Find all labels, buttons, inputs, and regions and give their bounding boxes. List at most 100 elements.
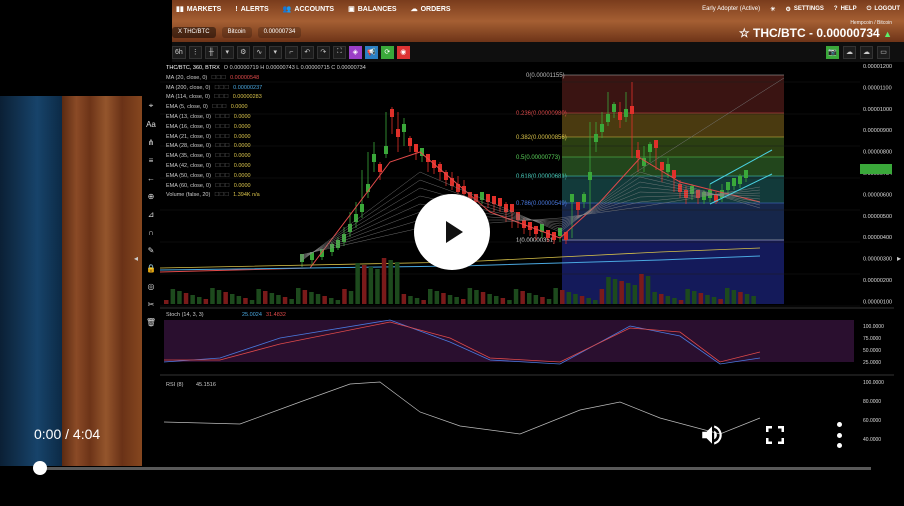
video-player[interactable]: ▮▮ MARKETS ! ALERTS 👥 ACCOUNTS ▣ BALANCES ☁ O… (0, 0, 904, 506)
indicator-row[interactable]: EMA (28, close, 0) ☐☐☐ 0.0000 (166, 142, 366, 152)
legend-header: THC/BTC, 360, BTRX O 0.00000719 H 0.00000… (166, 64, 366, 74)
indicator-row[interactable]: MA (20, close, 0) ☐☐☐ 0.00000548 (166, 74, 366, 84)
volume-bar (665, 296, 671, 304)
indicator-buttons[interactable]: ☐☐☐ (215, 172, 230, 182)
volume-bar (461, 299, 466, 304)
template-icon[interactable]: ⌐ (284, 45, 298, 59)
candle-body (408, 138, 412, 146)
indicator-row[interactable]: EMA (35, close, 0) ☐☐☐ 0.0000 (166, 152, 366, 162)
tab-price[interactable]: 0.00000734 (257, 26, 302, 38)
indicator-name: Volume (false, 20) (166, 192, 211, 199)
eye-icon[interactable]: ◎ (144, 280, 158, 292)
cloud-download-icon[interactable]: ☁ (860, 45, 873, 59)
indicator-buttons[interactable]: ☐☐☐ (215, 152, 230, 162)
record-icon[interactable]: ◉ (396, 45, 410, 59)
volume-bar (659, 294, 664, 304)
nav-item-alerts[interactable]: ! ALERTS (235, 6, 268, 13)
indicator-buttons[interactable]: ☐☐☐ (215, 162, 230, 172)
fullscreen-chart-icon[interactable]: ⛶ (332, 45, 346, 59)
indicator-row[interactable]: MA (114, close, 0) ☐☐☐ 0.00000283 (166, 93, 366, 103)
more-options-icon[interactable] (832, 422, 846, 448)
indicator-row[interactable]: EMA (42, close, 0) ☐☐☐ 0.0000 (166, 162, 366, 172)
indicator-value: 0.0000 (233, 162, 251, 169)
camera-icon[interactable]: 📷 (826, 45, 839, 59)
fib-tool-icon[interactable]: ≡ (144, 154, 158, 166)
indicator-buttons[interactable]: ☐☐☐ (215, 123, 230, 133)
sun-icon[interactable]: ☀ (770, 6, 775, 13)
indicator-row[interactable]: EMA (5, close, 0) ☐☐☐ 0.0000 (166, 103, 366, 113)
indicator-row[interactable]: EMA (60, close, 0) ☐☐☐ 0.0000 (166, 182, 366, 192)
dropdown-icon[interactable]: ▾ (268, 45, 282, 59)
settings-menu[interactable]: ⚙ SETTINGS (785, 6, 823, 13)
pitchfork-icon[interactable]: ⋔ (144, 136, 158, 148)
indicator-row[interactable]: EMA (21, close, 0) ☐☐☐ 0.0000 (166, 133, 366, 143)
scissors-icon[interactable]: ✂ (144, 298, 158, 310)
collapse-left-icon[interactable]: ◂ (134, 254, 138, 263)
volume-bar (395, 262, 400, 304)
split-icon[interactable]: ▭ (877, 45, 890, 59)
fib-label: 0.5(0.00000773) (516, 155, 560, 161)
volume-bar (718, 299, 723, 304)
help-menu[interactable]: ? HELP (834, 6, 857, 12)
indicator-row[interactable]: Volume (false, 20) ☐☐☐ 1.394K n/a (166, 191, 366, 201)
indicator-name: MA (114, close, 0) (166, 94, 210, 101)
tab-bitcoin[interactable]: Bitcoin (221, 26, 252, 38)
candle-body (636, 150, 640, 158)
volume-icon[interactable] (698, 422, 726, 448)
megaphone-icon[interactable]: 📢 (364, 45, 378, 59)
ruler-icon[interactable]: ⊿ (144, 208, 158, 220)
pencil-icon[interactable]: ✎ (144, 244, 158, 256)
progress-bar[interactable] (40, 467, 871, 470)
indicator-buttons[interactable]: ☐☐☐ (214, 93, 229, 103)
magnet-icon[interactable]: ∩ (144, 226, 158, 238)
indicator-row[interactable]: EMA (16, close, 0) ☐☐☐ 0.0000 (166, 123, 366, 133)
indicator-row[interactable]: EMA (50, close, 0) ☐☐☐ 0.0000 (166, 172, 366, 182)
nav-item-markets[interactable]: ▮▮ MARKETS (176, 5, 221, 14)
indicator-buttons[interactable]: ☐☐☐ (215, 113, 230, 123)
nav-item-accounts[interactable]: 👥 ACCOUNTS (283, 5, 334, 14)
interval-select[interactable]: 6h (172, 45, 186, 59)
refresh-icon[interactable]: ⟳ (380, 45, 394, 59)
settings-icon[interactable]: ⚙ (236, 45, 250, 59)
cloud-upload-icon[interactable]: ☁ (843, 45, 856, 59)
crosshair-icon[interactable]: ⌖ (144, 100, 158, 112)
fib-zone (562, 113, 784, 137)
volume-bar (348, 291, 354, 304)
volume-bar (434, 291, 440, 304)
zoom-icon[interactable]: ⊕ (144, 190, 158, 202)
indicator-buttons[interactable]: ☐☐☐ (215, 182, 230, 192)
candle-type-icon[interactable]: ╫ (204, 45, 218, 59)
lock-icon[interactable]: 🔒 (144, 262, 158, 274)
play-button[interactable] (414, 194, 490, 270)
nav-item-balances[interactable]: ▣ BALANCES (348, 5, 397, 14)
indicator-name: EMA (35, close, 0) (166, 153, 211, 160)
indicator-buttons[interactable]: ☐☐☐ (214, 191, 229, 201)
tab-thc-btc[interactable]: X THC/BTC (172, 26, 216, 38)
indicator-buttons[interactable]: ☐☐☐ (212, 103, 227, 113)
indicators-icon[interactable]: ∿ (252, 45, 266, 59)
candle-body (378, 164, 382, 172)
logout-link[interactable]: ⏻ LOGOUT (867, 6, 900, 13)
dropdown-icon[interactable]: ▾ (220, 45, 234, 59)
indicator-row[interactable]: EMA (13, close, 0) ☐☐☐ 0.0000 (166, 113, 366, 123)
arrow-tool-icon[interactable]: ← (144, 172, 158, 184)
rsi-axis-label: 100.0000 (863, 380, 884, 386)
indicator-buttons[interactable]: ☐☐☐ (214, 84, 229, 94)
indicator-buttons[interactable]: ☐☐☐ (211, 74, 226, 84)
chart-toolbar-right: 📷 ☁ ☁ ▭ (826, 44, 890, 60)
candle-body (630, 106, 634, 114)
indicator-buttons[interactable]: ☐☐☐ (215, 133, 230, 143)
undo-icon[interactable]: ↶ (300, 45, 314, 59)
collapse-right-icon[interactable]: ▸ (897, 254, 901, 263)
volume-bar (170, 289, 176, 304)
nav-item-orders[interactable]: ☁ ORDERS (411, 5, 451, 14)
fullscreen-icon[interactable] (763, 423, 787, 447)
indicator-buttons[interactable]: ☐☐☐ (215, 142, 230, 152)
redo-icon[interactable]: ↷ (316, 45, 330, 59)
indicator-row[interactable]: MA (200, close, 0) ☐☐☐ 0.00000237 (166, 84, 366, 94)
compare-icon[interactable]: ⋮ (188, 45, 202, 59)
cube-icon[interactable]: ◈ (348, 45, 362, 59)
progress-handle[interactable] (33, 461, 47, 475)
trash-icon[interactable]: 🗑 (144, 316, 158, 328)
text-tool-icon[interactable]: Aa (144, 118, 158, 130)
